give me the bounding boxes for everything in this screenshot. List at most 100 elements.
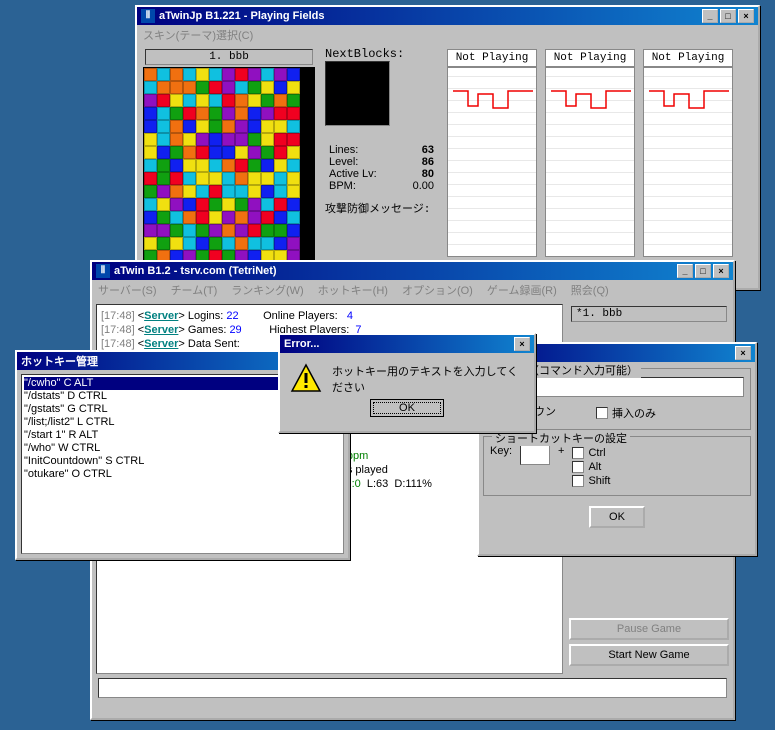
- cell: [235, 159, 248, 172]
- cell: [274, 172, 287, 185]
- cell: [287, 211, 300, 224]
- menu-item[interactable]: ゲーム録画(R): [487, 282, 557, 298]
- cell: [248, 81, 261, 94]
- menubar[interactable]: サーバー(S) チーム(T) ランキング(W) ホットキー(H) オプション(O) ゲーム…: [92, 280, 733, 300]
- cell: [209, 81, 222, 94]
- ctrl-checkbox[interactable]: Ctrl: [572, 447, 610, 459]
- cell: [274, 211, 287, 224]
- cell: [222, 237, 235, 250]
- ok-button[interactable]: OK: [370, 399, 444, 417]
- cell: [183, 237, 196, 250]
- nextblocks-label: NextBlocks:: [325, 47, 435, 61]
- cell: [274, 120, 287, 133]
- menu-item[interactable]: ランキング(W): [231, 282, 303, 298]
- opponent-field-1: Not Playing: [447, 49, 537, 288]
- cell: [235, 81, 248, 94]
- cell: [274, 237, 287, 250]
- cell: [170, 237, 183, 250]
- list-item[interactable]: "otukare" O CTRL: [24, 468, 341, 481]
- alt-checkbox[interactable]: Alt: [572, 461, 610, 473]
- cell: [209, 172, 222, 185]
- opponent-status: Not Playing: [447, 49, 537, 67]
- menu-item[interactable]: オプション(O): [402, 282, 473, 298]
- cell: [157, 133, 170, 146]
- app-icon: Ⅱ: [96, 264, 110, 278]
- maximize-button[interactable]: □: [695, 264, 711, 278]
- cell: [222, 120, 235, 133]
- titlebar[interactable]: Error... ×: [280, 335, 534, 353]
- cell: [144, 146, 157, 159]
- titlebar[interactable]: Ⅱ aTwin B1.2 - tsrv.com (TetriNet) _ □ ×: [92, 262, 733, 280]
- cell: [222, 94, 235, 107]
- key-label: Key:: [490, 445, 512, 457]
- minimize-button[interactable]: _: [702, 9, 718, 23]
- titlebar[interactable]: Ⅱ aTwinJp B1.221 - Playing Fields _ □ ×: [137, 7, 758, 25]
- lines-value: 63: [422, 144, 434, 156]
- cell: [222, 146, 235, 159]
- cell: [287, 81, 300, 94]
- insert-only-checkbox[interactable]: 挿入のみ: [596, 405, 656, 421]
- cell: [183, 107, 196, 120]
- cell: [170, 133, 183, 146]
- cell: [235, 185, 248, 198]
- key-input[interactable]: [520, 445, 550, 465]
- cell: [222, 185, 235, 198]
- minimize-button[interactable]: _: [677, 264, 693, 278]
- cell: [287, 146, 300, 159]
- cell: [183, 185, 196, 198]
- menu-item[interactable]: ホットキー(H): [318, 282, 388, 298]
- cell: [209, 68, 222, 81]
- activelv-label: Active Lv:: [329, 168, 377, 180]
- cell: [183, 68, 196, 81]
- list-item[interactable]: "/who" W CTRL: [24, 442, 341, 455]
- cell: [287, 107, 300, 120]
- cell: [235, 224, 248, 237]
- cell: [248, 107, 261, 120]
- list-item[interactable]: "InitCountdown" S CTRL: [24, 455, 341, 468]
- cell: [287, 94, 300, 107]
- chat-input[interactable]: [98, 678, 727, 698]
- menu-skin[interactable]: スキン(テーマ)選択(C): [143, 27, 253, 43]
- shift-checkbox[interactable]: Shift: [572, 475, 610, 487]
- cell: [261, 120, 274, 133]
- opponent-grid: [545, 67, 635, 257]
- cell: [222, 81, 235, 94]
- maximize-button[interactable]: □: [720, 9, 736, 23]
- cell: [144, 237, 157, 250]
- cell: [157, 107, 170, 120]
- cell: [183, 172, 196, 185]
- cell: [261, 81, 274, 94]
- side-field-title: *1. bbb: [571, 306, 727, 322]
- pause-game-button[interactable]: Pause Game: [569, 618, 729, 640]
- close-button[interactable]: ×: [514, 337, 530, 351]
- cell: [144, 172, 157, 185]
- menu-item[interactable]: チーム(T): [171, 282, 218, 298]
- level-label: Level:: [329, 156, 358, 168]
- cell: [196, 185, 209, 198]
- cell: [157, 146, 170, 159]
- ok-button[interactable]: OK: [589, 506, 645, 528]
- cell: [170, 172, 183, 185]
- cell: [144, 81, 157, 94]
- close-button[interactable]: ×: [713, 264, 729, 278]
- cell: [248, 224, 261, 237]
- close-button[interactable]: ×: [738, 9, 754, 23]
- cell: [209, 120, 222, 133]
- cell: [183, 159, 196, 172]
- cell: [157, 120, 170, 133]
- cell: [235, 237, 248, 250]
- cell: [248, 198, 261, 211]
- cell: [157, 224, 170, 237]
- start-game-button[interactable]: Start New Game: [569, 644, 729, 666]
- cell: [261, 94, 274, 107]
- cell: [261, 185, 274, 198]
- menu-item[interactable]: 照会(Q): [571, 282, 609, 298]
- cell: [170, 211, 183, 224]
- menu-item[interactable]: サーバー(S): [98, 282, 157, 298]
- cell: [144, 198, 157, 211]
- cell: [274, 224, 287, 237]
- close-button[interactable]: ×: [735, 346, 751, 360]
- cell: [196, 120, 209, 133]
- cell: [183, 120, 196, 133]
- cell: [170, 81, 183, 94]
